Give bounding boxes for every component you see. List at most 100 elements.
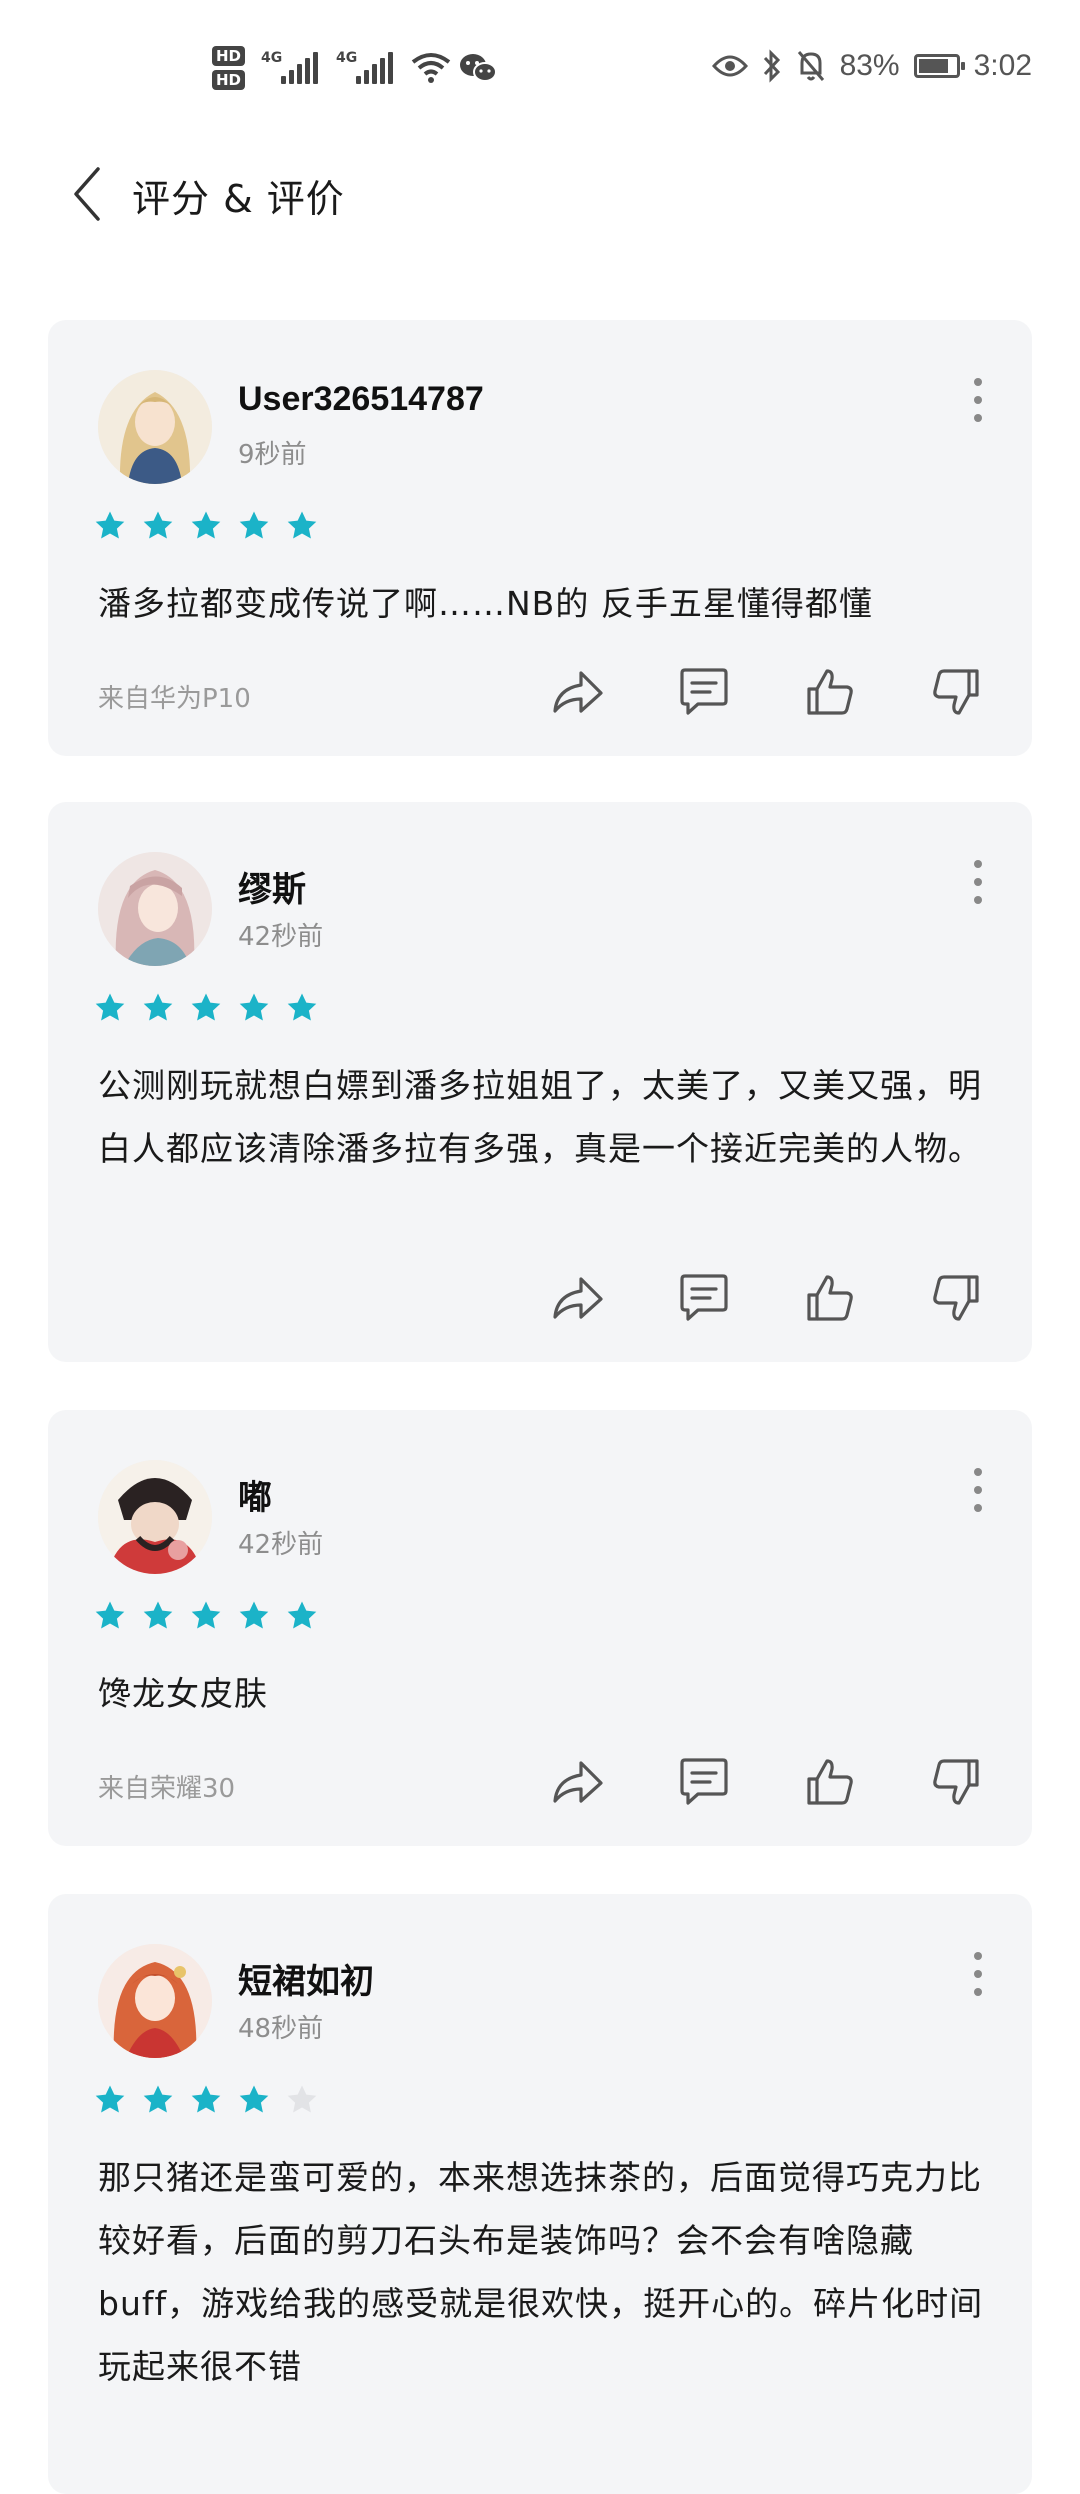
like-button[interactable] [802, 664, 858, 720]
review-text: 公测刚玩就想白嫖到潘多拉姐姐了，太美了，又美又强，明白人都应该清除潘多拉有多强，… [98, 1066, 982, 1168]
review-card[interactable]: 缪斯 42秒前 公测刚玩就想白嫖到潘多拉姐姐了，太美了，又美又强，明白人都应该清… [48, 802, 1032, 1362]
thumbs-down-icon [933, 1275, 979, 1321]
avatar[interactable] [98, 370, 212, 484]
star-filled-icon [95, 511, 125, 539]
more-options-button[interactable] [972, 860, 984, 904]
like-button[interactable] [802, 1270, 858, 1326]
hd-badge-2: HD [212, 70, 246, 90]
star-filled-icon [191, 2085, 221, 2113]
wifi-icon [411, 53, 451, 83]
thumbs-down-icon [933, 1759, 979, 1805]
username[interactable]: User326514787 [238, 380, 484, 419]
star-filled-icon [143, 993, 173, 1021]
review-time: 48秒前 [238, 2014, 324, 2044]
battery-percent: 83% [839, 49, 900, 82]
thumbs-up-icon [807, 1275, 853, 1321]
avatar[interactable] [98, 852, 212, 966]
comment-button[interactable] [676, 1270, 732, 1326]
clock: 3:02 [973, 49, 1032, 82]
dislike-button[interactable] [928, 1270, 984, 1326]
thumbs-up-icon [807, 1759, 853, 1805]
review-card[interactable]: 短裙如初 48秒前 那只猪还是蛮可爱的，本来想选抹茶的，后面觉得巧克力比较好看，… [48, 1894, 1032, 2494]
review-time: 42秒前 [238, 1530, 324, 1560]
star-rating [94, 992, 318, 1024]
signal-icon-1: 4G [261, 50, 319, 84]
review-actions [550, 664, 984, 720]
review-time: 9秒前 [238, 440, 307, 470]
star-filled-icon [287, 1601, 317, 1629]
eye-comfort-icon [711, 55, 748, 77]
username[interactable]: 嘟 [238, 1470, 272, 1519]
star-filled-icon [143, 1601, 173, 1629]
back-arrow-icon [74, 167, 100, 221]
star-filled-icon [143, 2085, 173, 2113]
star-filled-icon [95, 993, 125, 1021]
network-type-2: 4G [336, 50, 358, 66]
star-filled-icon [287, 993, 317, 1021]
review-card[interactable]: User326514787 9秒前 潘多拉都变成传说了啊……NB的 反手五星懂得… [48, 320, 1032, 756]
star-filled-icon [143, 511, 173, 539]
hd-indicators: HD HD [212, 46, 246, 90]
more-options-button[interactable] [972, 378, 984, 422]
wechat-icon [460, 54, 498, 82]
battery-fill [918, 59, 949, 73]
comment-icon [680, 1758, 728, 1805]
star-filled-icon [239, 511, 269, 539]
share-icon [553, 671, 603, 713]
review-text: 馋龙女皮肤 [98, 1674, 268, 1713]
review-text: 那只猪还是蛮可爱的，本来想选抹茶的，后面觉得巧克力比较好看，后面的剪刀石头布是装… [98, 2158, 984, 2386]
device-source: 来自荣耀30 [98, 1774, 236, 1804]
star-filled-icon [191, 1601, 221, 1629]
star-filled-icon [191, 993, 221, 1021]
star-rating [94, 510, 318, 542]
header: 评分 & 评价 [0, 150, 1080, 240]
star-filled-icon [287, 511, 317, 539]
thumbs-up-icon [807, 669, 853, 715]
star-filled-icon [239, 1601, 269, 1629]
review-text: 潘多拉都变成传说了啊……NB的 反手五星懂得都懂 [98, 584, 873, 623]
star-empty-icon [287, 2085, 317, 2113]
star-filled-icon [95, 1601, 125, 1629]
like-button[interactable] [802, 1754, 858, 1810]
more-options-button[interactable] [972, 1468, 984, 1512]
thumbs-down-icon [933, 669, 979, 715]
share-icon [553, 1277, 603, 1319]
avatar[interactable] [98, 1460, 212, 1574]
dislike-button[interactable] [928, 1754, 984, 1810]
avatar[interactable] [98, 1944, 212, 2058]
share-icon [553, 1761, 603, 1803]
review-actions [550, 1754, 984, 1810]
share-button[interactable] [550, 664, 606, 720]
comment-icon [680, 668, 728, 715]
comment-button[interactable] [676, 664, 732, 720]
share-button[interactable] [550, 1270, 606, 1326]
battery-icon [913, 54, 965, 78]
share-button[interactable] [550, 1754, 606, 1810]
status-right: 83% 3:02 [711, 44, 1032, 88]
status-left: HD HD 4G 4G [212, 36, 498, 100]
status-bar: HD HD 4G 4G 83% 3:02 [0, 0, 1080, 130]
comment-button[interactable] [676, 1754, 732, 1810]
username[interactable]: 短裙如初 [238, 1954, 374, 2003]
username[interactable]: 缪斯 [238, 862, 306, 911]
dislike-button[interactable] [928, 664, 984, 720]
back-button[interactable] [62, 164, 112, 224]
device-source: 来自华为P10 [98, 684, 251, 714]
network-type-1: 4G [261, 50, 283, 66]
star-filled-icon [191, 511, 221, 539]
star-rating [94, 2084, 318, 2116]
review-time: 42秒前 [238, 922, 324, 952]
star-rating [94, 1600, 318, 1632]
more-options-button[interactable] [972, 1952, 984, 1996]
mute-bell-icon [797, 51, 824, 81]
review-card[interactable]: 嘟 42秒前 馋龙女皮肤 来自荣耀30 [48, 1410, 1032, 1846]
star-filled-icon [239, 993, 269, 1021]
hd-badge-1: HD [212, 46, 246, 66]
star-filled-icon [239, 2085, 269, 2113]
star-filled-icon [95, 2085, 125, 2113]
comment-icon [680, 1274, 728, 1321]
page-title: 评分 & 评价 [132, 177, 345, 221]
signal-icon-2: 4G [336, 50, 394, 84]
bluetooth-icon [763, 49, 780, 83]
review-actions [550, 1270, 984, 1326]
